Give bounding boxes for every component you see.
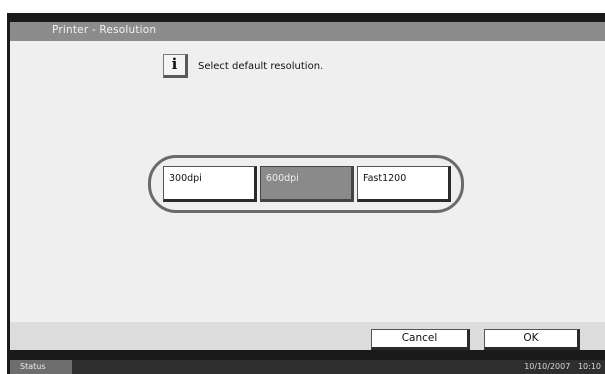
date-text: 10/10/2007: [524, 362, 571, 371]
status-bar: [10, 360, 605, 374]
cancel-button[interactable]: Cancel: [371, 329, 470, 350]
page-title: Printer - Resolution: [52, 24, 157, 36]
time-text: 10:10: [577, 362, 601, 371]
instruction-message: Select default resolution.: [198, 61, 324, 72]
resolution-fast1200-button[interactable]: Fast1200: [357, 166, 451, 202]
resolution-300dpi-button[interactable]: 300dpi: [163, 166, 257, 202]
ok-button[interactable]: OK: [484, 329, 580, 350]
title-bar: Printer - Resolution: [10, 22, 605, 41]
resolution-600dpi-button[interactable]: 600dpi: [260, 166, 354, 202]
info-icon: i: [163, 54, 188, 78]
status-button[interactable]: Status: [10, 360, 72, 374]
datetime-display: 10/10/2007 10:10: [524, 360, 601, 374]
